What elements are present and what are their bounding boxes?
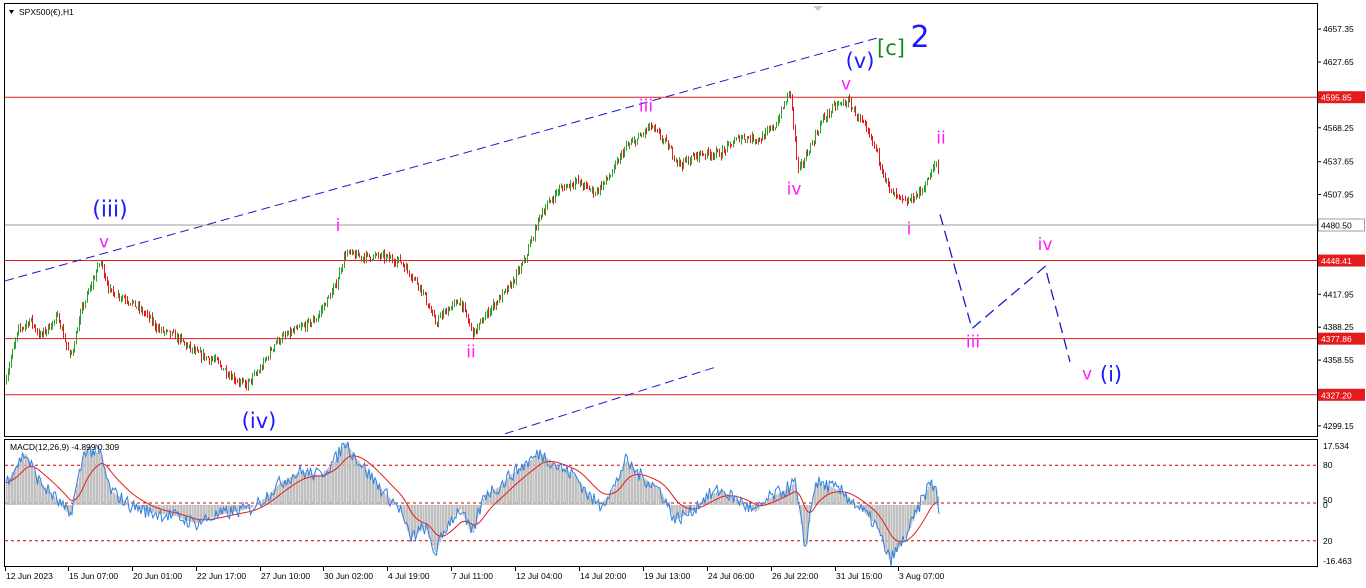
time-tick-4: 22 Jun 17:00 <box>197 571 246 581</box>
macd-tick-4: 0 <box>1323 500 1328 510</box>
wave-label-3: (iv) <box>242 409 277 433</box>
price-tick-3: 4568.25 <box>1323 123 1354 133</box>
price-tick-9: 4299.15 <box>1323 421 1354 431</box>
macd-title: MACD(12,26,9) -4.899 0.309 <box>10 442 119 452</box>
time-tick-5: 27 Jun 10:00 <box>261 571 310 581</box>
time-tick-6: 30 Jun 02:00 <box>324 571 373 581</box>
wave-label-15: iv <box>1038 235 1053 255</box>
time-tick-15: 3 Aug 07:00 <box>899 571 945 581</box>
level-tag-3: 4377.86 <box>1321 334 1352 344</box>
time-tick-12: 24 Jul 06:00 <box>708 571 755 581</box>
level-tag-1: 4595.85 <box>1321 93 1352 103</box>
chart-title: SPX500(€),H1 <box>19 7 74 17</box>
macd-tick-2: 80 <box>1323 460 1333 470</box>
time-tick-2: 15 Jun 07:00 <box>69 571 118 581</box>
wave-label-9: (v) <box>846 49 875 73</box>
time-tick-9: 12 Jul 04:00 <box>516 571 563 581</box>
wave-label-6: iii <box>639 96 653 116</box>
wave-label-14: iii <box>966 332 980 352</box>
macd-tick-5: 20 <box>1323 536 1333 546</box>
wave-label-17: (i) <box>1100 363 1122 387</box>
price-tick-2: 4627.65 <box>1323 57 1354 67</box>
wave-label-8: v <box>841 74 851 94</box>
time-tick-3: 20 Jun 01:00 <box>133 571 182 581</box>
wave-label-2: v <box>99 233 109 253</box>
time-tick-1: 12 Jun 2023 <box>6 571 53 581</box>
price-tick-6: 4417.95 <box>1323 289 1354 299</box>
wave-label-11: 2 <box>910 20 929 55</box>
price-tick-4: 4537.65 <box>1323 157 1354 167</box>
wave-label-5: ii <box>466 342 475 362</box>
time-tick-8: 7 Jul 11:00 <box>452 571 493 581</box>
price-tick-5: 4507.95 <box>1323 190 1354 200</box>
time-tick-10: 14 Jul 20:00 <box>580 571 627 581</box>
level-tag-2: 4448.41 <box>1321 256 1352 266</box>
wave-label-12: ii <box>936 129 945 149</box>
wave-label-13: i <box>907 219 912 239</box>
price-tick-1: 4657.35 <box>1323 24 1354 34</box>
macd-tick-1: 17.534 <box>1323 441 1349 451</box>
wave-label-16: v <box>1082 365 1092 385</box>
chart-area[interactable]: (iii)v(iv)iiiiiiivv(v)[c] 2iiiiiiivv (i) S… <box>0 0 1366 588</box>
wave-label-7: iv <box>787 180 802 200</box>
wave-label-1: (iii) <box>92 198 128 223</box>
macd-tick-6: -16.463 <box>1323 556 1352 566</box>
price-tick-7: 4388.25 <box>1323 322 1354 332</box>
wave-label-4: i <box>336 216 341 236</box>
time-tick-13: 26 Jul 22:00 <box>772 571 819 581</box>
time-tick-14: 31 Jul 15:00 <box>836 571 883 581</box>
time-tick-11: 19 Jul 13:00 <box>644 571 691 581</box>
wave-label-10: [c] <box>877 36 905 60</box>
chart-background <box>0 0 1366 588</box>
current-price-tag: 4480.50 <box>1321 220 1352 230</box>
time-tick-7: 4 Jul 19:00 <box>388 571 430 581</box>
level-tag-4: 4327.20 <box>1321 390 1352 400</box>
price-tick-8: 4358.55 <box>1323 355 1354 365</box>
